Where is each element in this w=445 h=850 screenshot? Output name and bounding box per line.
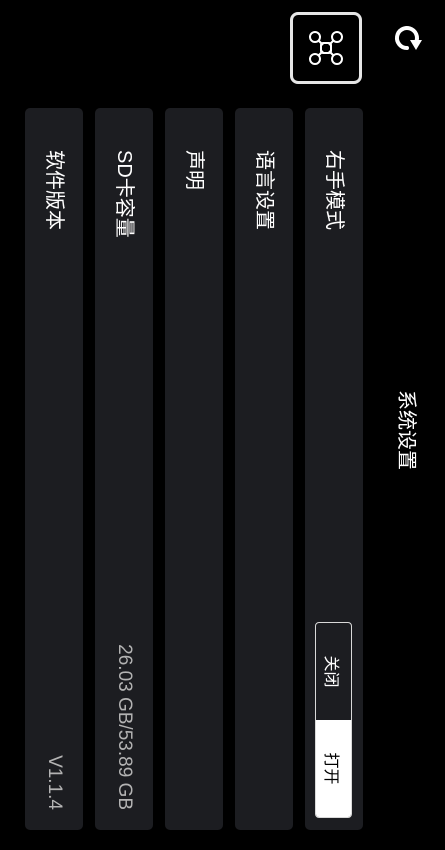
software-version-row: 软件版本 V1.1.4 (25, 108, 83, 830)
refresh-back-icon (394, 26, 422, 51)
sd-card-capacity-label: SD卡容量 (113, 150, 135, 238)
sd-card-capacity-value: 26.03 GB/53.89 GB (114, 644, 135, 810)
back-button[interactable] (387, 18, 427, 58)
software-version-value: V1.1.4 (44, 755, 65, 810)
page-title: 系统设置 (395, 390, 417, 470)
language-settings-label: 语言设置 (253, 150, 275, 230)
right-hand-mode-toggle[interactable]: 关闭 打开 (315, 622, 352, 818)
statement-row[interactable]: 声明 (165, 108, 223, 830)
drone-icon (309, 31, 343, 65)
software-version-label: 软件版本 (43, 150, 65, 230)
right-hand-mode-row: 右手模式 关闭 打开 (305, 108, 363, 830)
toggle-option-on[interactable]: 打开 (316, 720, 351, 817)
right-hand-mode-label: 右手模式 (323, 150, 345, 230)
toggle-option-off[interactable]: 关闭 (316, 623, 351, 720)
sd-card-capacity-row: SD卡容量 26.03 GB/53.89 GB (95, 108, 153, 830)
statement-label: 声明 (183, 150, 205, 190)
settings-screen: 系统设置 右手模式 关闭 打开 语言设置 声明 SD卡容量 26.03 GB/5… (0, 0, 445, 850)
settings-list: 右手模式 关闭 打开 语言设置 声明 SD卡容量 26.03 GB/53.89 … (13, 108, 363, 830)
drone-button[interactable] (290, 12, 362, 84)
language-settings-row[interactable]: 语言设置 (235, 108, 293, 830)
